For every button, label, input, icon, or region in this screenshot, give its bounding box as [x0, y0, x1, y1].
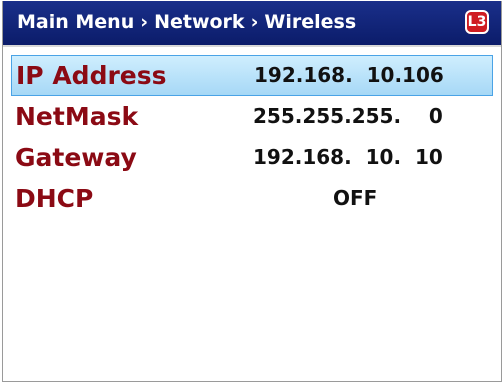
breadcrumb: Main Menu › Network › Wireless [17, 11, 356, 33]
gateway-row[interactable]: Gateway 192.168. 10. 10 [3, 137, 501, 178]
settings-list: IP Address 192.168. 10.106 NetMask 255.2… [3, 55, 501, 219]
dhcp-value[interactable]: OFF [333, 186, 377, 210]
gateway-value[interactable]: 192.168. 10. 10 [253, 145, 443, 169]
breadcrumb-main-menu[interactable]: Main Menu [17, 11, 134, 33]
breadcrumb-separator-icon: › [140, 11, 149, 33]
netmask-value[interactable]: 255.255.255. 0 [253, 104, 443, 128]
breadcrumb-network[interactable]: Network [154, 11, 244, 33]
ip-address-label: IP Address [16, 61, 167, 90]
ip-address-row[interactable]: IP Address 192.168. 10.106 [11, 55, 493, 96]
netmask-row[interactable]: NetMask 255.255.255. 0 [3, 96, 501, 137]
ip-address-value[interactable]: 192.168. 10.106 [254, 63, 444, 87]
dhcp-label: DHCP [15, 184, 94, 213]
breadcrumb-wireless: Wireless [264, 11, 357, 33]
l3-logo-icon: L3 [465, 10, 489, 34]
dhcp-row[interactable]: DHCP OFF [3, 178, 501, 219]
gateway-label: Gateway [15, 143, 137, 172]
netmask-label: NetMask [15, 102, 139, 131]
breadcrumb-separator-icon: › [250, 11, 259, 33]
title-bar: Main Menu › Network › Wireless L3 [3, 1, 501, 47]
wireless-settings-screen: Main Menu › Network › Wireless L3 IP Address… [2, 1, 502, 382]
